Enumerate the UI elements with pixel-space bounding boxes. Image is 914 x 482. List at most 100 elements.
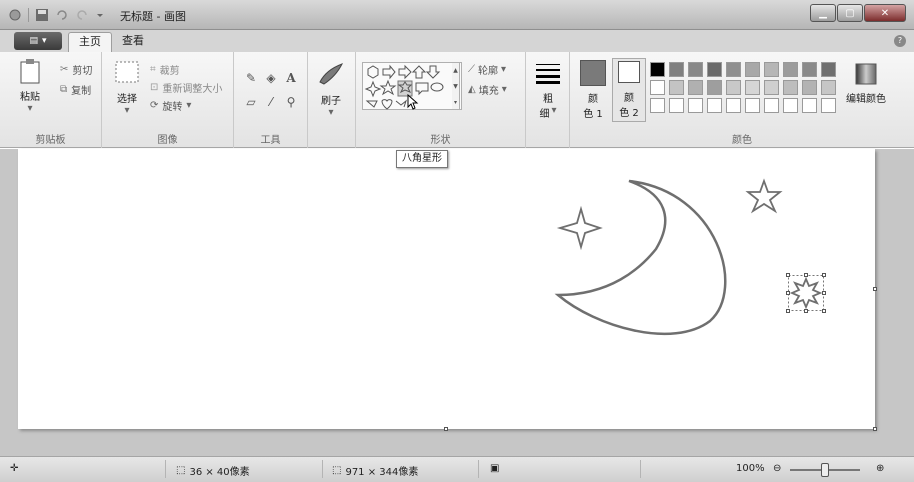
color1-label-line1: 颜 (588, 94, 598, 105)
color-swatch[interactable] (707, 80, 722, 95)
color-swatch[interactable] (802, 80, 817, 95)
title-bar: 无标题 - 画图 ▁ ▢ ✕ (0, 0, 914, 30)
ribbon: 粘贴 ▾ ✂ 剪切 ⧉ 复制 剪贴板 选择 ▾ ⌗ 裁剪 ⊡ 重新调整大小 ⟳ … (0, 52, 914, 148)
selection-handle[interactable] (822, 291, 826, 295)
redo-icon[interactable] (75, 8, 89, 22)
text-tool-icon[interactable]: A (282, 70, 300, 86)
copy-button[interactable]: ⧉ 复制 (60, 82, 91, 97)
save-icon[interactable] (35, 8, 49, 22)
paint-app-icon[interactable] (8, 8, 22, 22)
resize-button[interactable]: ⊡ 重新调整大小 (150, 80, 222, 95)
custom-color-swatch[interactable] (745, 98, 760, 113)
cut-button[interactable]: ✂ 剪切 (60, 62, 92, 77)
color-swatch[interactable] (821, 80, 836, 95)
tab-view[interactable]: 查看 (112, 32, 154, 52)
zoom-out-button[interactable]: ⊖ (773, 463, 781, 474)
color-swatch[interactable] (688, 62, 703, 77)
window-controls: ▁ ▢ ✕ (810, 4, 906, 22)
color-swatch[interactable] (707, 62, 722, 77)
color-swatch[interactable] (650, 80, 665, 95)
custom-color-swatch[interactable] (783, 98, 798, 113)
custom-color-swatch[interactable] (726, 98, 741, 113)
custom-color-swatch[interactable] (821, 98, 836, 113)
selection-size-icon: ⬚ (176, 465, 186, 476)
canvas-resize-handle-corner[interactable] (873, 427, 877, 431)
selection-handle[interactable] (804, 309, 808, 313)
color-picker-icon[interactable]: ⁄ (262, 94, 280, 110)
fill-button[interactable]: ◭ 填充 ▾ (468, 82, 507, 97)
eraser-icon[interactable]: ▱ (242, 94, 260, 110)
shapes-gallery-scroll[interactable]: ▲ ▼ ▾ (452, 62, 460, 110)
brushes-button[interactable]: 刷子 ▾ (316, 60, 346, 118)
color-swatch[interactable] (783, 80, 798, 95)
selection-handle[interactable] (822, 309, 826, 313)
paint-menu-button[interactable]: ▤ ▾ (14, 32, 62, 50)
color-swatch[interactable] (764, 80, 779, 95)
canvas-resize-handle-bottom[interactable] (444, 427, 448, 431)
outline-button[interactable]: ⟋ 轮廓 ▾ (468, 62, 506, 77)
pencil-icon[interactable]: ✎ (242, 70, 260, 86)
color-swatch[interactable] (745, 62, 760, 77)
color-swatch[interactable] (726, 80, 741, 95)
clipboard-group: 粘贴 ▾ ✂ 剪切 ⧉ 复制 剪贴板 (0, 52, 102, 148)
zoom-slider-thumb[interactable] (821, 463, 829, 477)
selection-handle[interactable] (786, 309, 790, 313)
color-palette (650, 62, 840, 116)
color-swatch[interactable] (650, 62, 665, 77)
crop-button[interactable]: ⌗ 裁剪 (150, 62, 180, 77)
custom-color-swatch[interactable] (707, 98, 722, 113)
color2-button[interactable]: 颜 色 2 (612, 58, 646, 122)
color-swatch[interactable] (669, 62, 684, 77)
select-button[interactable]: 选择 ▾ (114, 60, 140, 116)
color-swatch[interactable] (764, 62, 779, 77)
custom-color-swatch[interactable] (669, 98, 684, 113)
custom-color-swatch[interactable] (650, 98, 665, 113)
brushes-group: 刷子 ▾ (308, 52, 356, 148)
custom-color-swatch[interactable] (688, 98, 703, 113)
color1-button[interactable]: 颜 色 1 (578, 60, 608, 120)
color-swatch[interactable] (745, 80, 760, 95)
minimize-button[interactable]: ▁ (810, 4, 836, 22)
custom-color-swatch[interactable] (802, 98, 817, 113)
fill-bucket-icon[interactable]: ◈ (262, 70, 280, 86)
help-icon[interactable]: ? (894, 35, 906, 47)
selection-handle[interactable] (822, 273, 826, 277)
rotate-icon: ⟳ (150, 100, 159, 111)
selection-icon (115, 61, 139, 83)
rotate-button[interactable]: ⟳ 旋转 ▾ (150, 98, 191, 113)
custom-color-swatch[interactable] (764, 98, 779, 113)
tools-group: ✎ ◈ A ▱ ⁄ ⚲ 工具 (234, 52, 308, 148)
selection-handle[interactable] (786, 273, 790, 277)
size-button[interactable]: 粗 细 ▾ (534, 62, 562, 120)
edit-colors-button[interactable]: 编辑颜色 (846, 62, 886, 105)
canvas-resize-handle-right[interactable] (873, 287, 877, 291)
undo-icon[interactable] (55, 8, 69, 22)
canvas-workspace (0, 149, 914, 456)
paste-button[interactable]: 粘贴 ▾ (18, 58, 42, 114)
color-swatch[interactable] (783, 62, 798, 77)
color-swatch[interactable] (688, 80, 703, 95)
color-swatch[interactable] (669, 80, 684, 95)
color-swatch[interactable] (802, 62, 817, 77)
cut-label: 剪切 (72, 66, 93, 77)
color-swatch[interactable] (821, 62, 836, 77)
image-group-label: 图像 (157, 135, 178, 146)
fill-label: 填充 (478, 86, 499, 97)
canvas-drawing (554, 178, 783, 335)
size-group: 粗 细 ▾ (526, 52, 570, 148)
qat-separator (28, 8, 29, 22)
selection-handle[interactable] (786, 291, 790, 295)
selection-handle[interactable] (804, 273, 808, 277)
close-button[interactable]: ✕ (864, 4, 906, 22)
shape-tooltip: 八角星形 (396, 150, 448, 168)
selected-shape[interactable] (786, 273, 826, 313)
tab-home[interactable]: 主页 (68, 32, 112, 52)
status-separator (322, 460, 323, 478)
color-swatch[interactable] (726, 62, 741, 77)
drawing-canvas[interactable] (18, 149, 875, 429)
chevron-down-icon: ▾ (27, 103, 33, 114)
maximize-button[interactable]: ▢ (837, 4, 863, 22)
customize-qat-dropdown-icon[interactable] (95, 8, 109, 22)
magnifier-icon[interactable]: ⚲ (282, 94, 300, 110)
zoom-in-button[interactable]: ⊕ (876, 463, 884, 474)
